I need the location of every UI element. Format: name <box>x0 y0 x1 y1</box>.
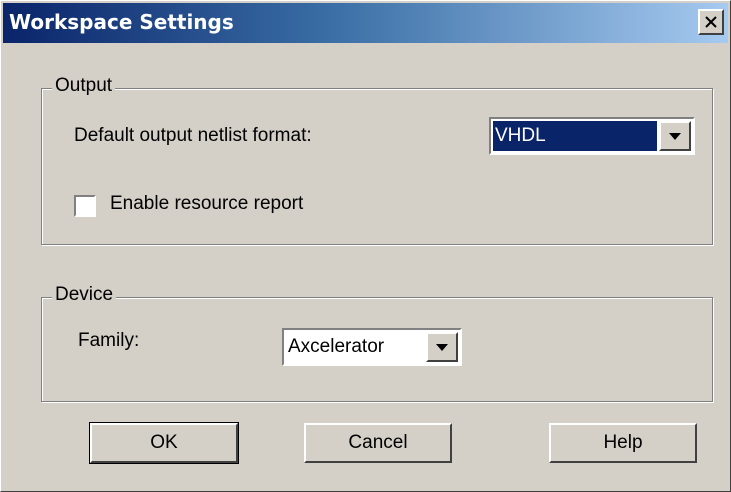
output-group: Output Default output netlist format: VH… <box>41 75 713 245</box>
netlist-format-dropdown-button[interactable] <box>659 121 691 151</box>
family-select[interactable]: Axcelerator <box>282 328 462 366</box>
close-button[interactable] <box>698 9 724 35</box>
ok-button[interactable]: OK <box>89 422 239 464</box>
netlist-format-select[interactable]: VHDL <box>489 117 695 155</box>
device-group-legend: Device <box>52 284 117 306</box>
resource-report-label[interactable]: Enable resource report <box>110 193 303 215</box>
netlist-format-label: Default output netlist format: <box>74 125 312 146</box>
family-value: Axcelerator <box>288 336 385 357</box>
help-button[interactable]: Help <box>549 423 697 463</box>
cancel-button[interactable]: Cancel <box>304 423 452 463</box>
chevron-down-icon <box>436 343 448 351</box>
title-bar[interactable]: Workspace Settings <box>3 3 728 43</box>
window-title: Workspace Settings <box>9 10 234 34</box>
netlist-format-value: VHDL <box>493 121 657 151</box>
workspace-settings-dialog: Workspace Settings Output Default output… <box>0 0 731 492</box>
device-group: Device Family: Axcelerator <box>41 284 713 402</box>
family-label: Family: <box>78 330 140 351</box>
chevron-down-icon <box>669 132 681 140</box>
family-dropdown-button[interactable] <box>426 332 458 362</box>
resource-report-checkbox[interactable] <box>74 195 96 217</box>
close-icon <box>705 16 717 28</box>
output-group-legend: Output <box>52 75 116 97</box>
